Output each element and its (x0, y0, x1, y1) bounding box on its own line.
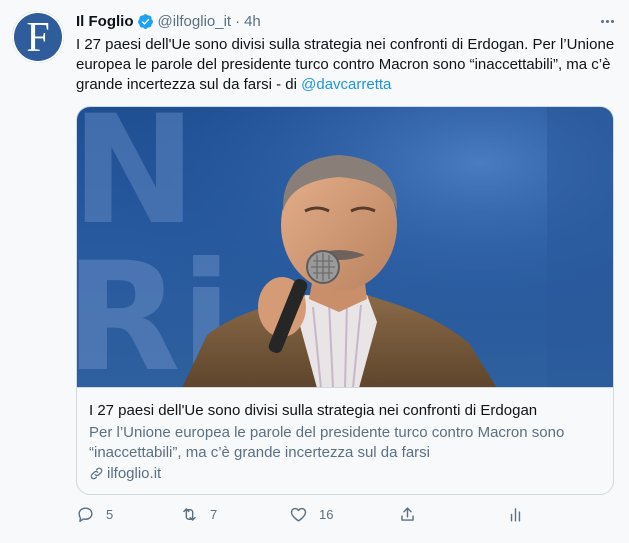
like-count: 16 (319, 507, 334, 522)
card-photo: N Ri (77, 107, 613, 387)
verified-badge-icon (137, 13, 153, 29)
reply-count: 5 (106, 507, 114, 522)
tweet-header: Il Foglio @ilfoglio_it · 4h (76, 11, 619, 31)
header-separator: · (235, 12, 241, 30)
reply-button[interactable]: 5 (76, 505, 113, 524)
retweet-count: 7 (210, 507, 218, 522)
analytics-icon (510, 508, 521, 522)
card-body: I 27 paesi dell'Ue sono divisi sulla str… (77, 389, 613, 482)
tweet[interactable]: F Il Foglio @ilfoglio_it · 4h I 27 paesi… (0, 0, 629, 543)
avatar[interactable]: F (12, 11, 64, 63)
mention-link[interactable]: @davcarretta (301, 76, 391, 93)
action-bar: 5 7 16 (76, 505, 546, 529)
avatar-logo: F (26, 15, 50, 61)
share-icon (401, 507, 414, 521)
like-icon (290, 507, 307, 522)
card-image[interactable]: N Ri (77, 107, 613, 388)
card-domain: ilfoglio.it (89, 465, 601, 482)
link-card[interactable]: N Ri I 27 paesi dell'Ue sono divisi sull… (76, 106, 614, 495)
reply-icon (78, 507, 93, 522)
tweet-timestamp[interactable]: 4h (244, 13, 261, 30)
card-title: I 27 paesi dell'Ue sono divisi sulla str… (89, 402, 538, 419)
card-domain-text: ilfoglio.it (107, 465, 162, 482)
retweet-icon (183, 508, 196, 521)
tweet-text: I 27 paesi dell'Ue sono divisi sulla str… (76, 35, 616, 95)
retweet-button[interactable]: 7 (180, 505, 217, 524)
like-button[interactable]: 16 (289, 505, 333, 524)
analytics-button[interactable] (506, 505, 525, 524)
account-handle[interactable]: @ilfoglio_it (158, 13, 232, 30)
share-button[interactable] (398, 505, 417, 524)
link-icon (90, 467, 103, 480)
account-name[interactable]: Il Foglio (76, 13, 134, 30)
card-description: Per l’Unione europea le parole del presi… (89, 424, 565, 461)
more-options-icon[interactable] (597, 11, 617, 31)
